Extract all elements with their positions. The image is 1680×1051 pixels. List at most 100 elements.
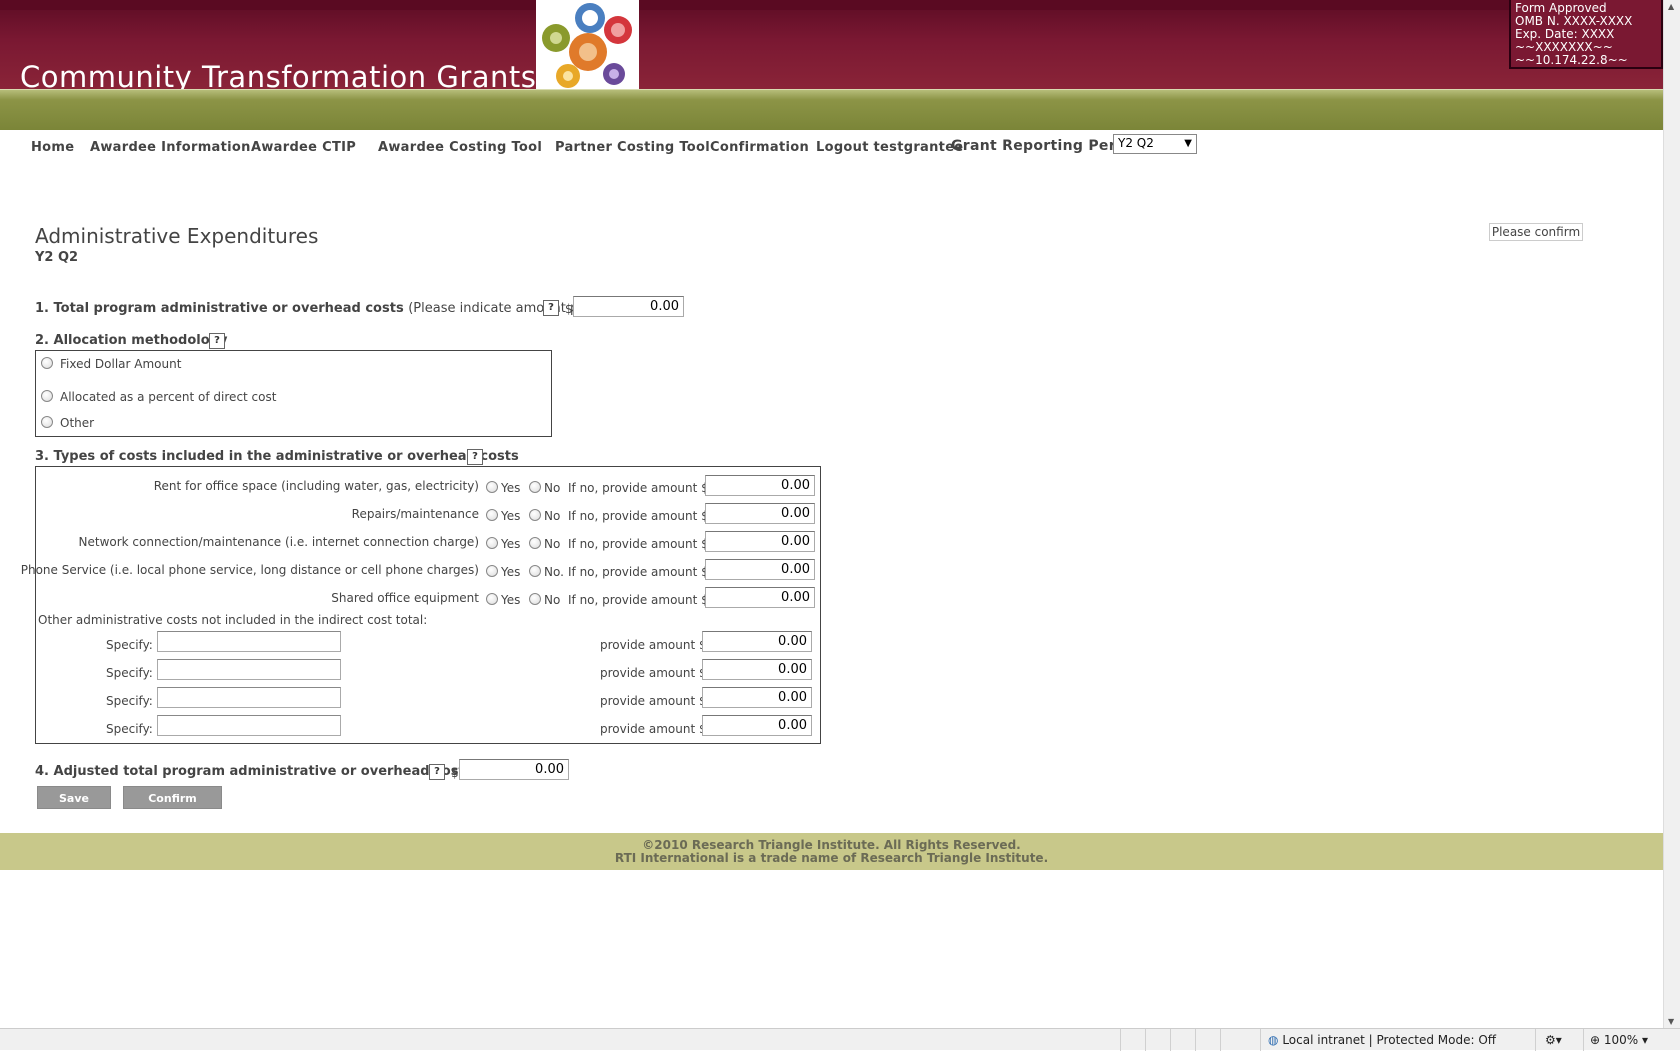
save-button[interactable]: Save: [37, 786, 111, 809]
q4-help-icon[interactable]: ?: [429, 764, 445, 780]
omb-line: ~~10.174.22.8~~: [1515, 53, 1628, 67]
cost-repairs-yes-radio[interactable]: [486, 509, 498, 521]
amount-prompt: provide amount $: [600, 638, 707, 652]
amount-prompt: If no, provide amount $: [568, 593, 709, 607]
no-label: No: [544, 481, 561, 495]
amount-prompt: provide amount $: [600, 722, 707, 736]
nav-home[interactable]: Home: [31, 140, 74, 155]
confirm-button[interactable]: Confirm: [123, 786, 222, 809]
nav-awardee-costing-tool[interactable]: Awardee Costing Tool: [378, 140, 542, 155]
amount-prompt: provide amount $: [600, 694, 707, 708]
q4-label: 4. Adjusted total program administrative…: [35, 764, 473, 779]
specify-input[interactable]: [157, 715, 341, 736]
specify-input[interactable]: [157, 687, 341, 708]
zoom-value: 100%: [1603, 1033, 1639, 1047]
header-stripe: [0, 89, 1663, 130]
no-label: No.: [544, 565, 564, 579]
cost-network-no-radio[interactable]: [529, 537, 541, 549]
q2-label: 2. Allocation methodology: [35, 333, 228, 348]
no-label: No: [544, 509, 561, 523]
yes-label: Yes: [501, 481, 521, 495]
nav-awardee-ctip[interactable]: Awardee CTIP: [251, 140, 356, 155]
grant-period-select[interactable]: Y2 Q2 ▼: [1113, 134, 1197, 154]
logo-gears-icon: [536, 0, 639, 90]
other-amount-input[interactable]: 0.00: [702, 715, 812, 736]
cost-types-box: Rent for office space (including water, …: [21, 466, 821, 744]
allocation-radio-percent[interactable]: [41, 390, 53, 402]
cost-row-label: Phone Service (i.e. local phone service,…: [20, 563, 479, 577]
cost-equipment-yes-radio[interactable]: [486, 593, 498, 605]
page: Community Transformation Grants Form App…: [0, 0, 1663, 1028]
cost-phone-yes-radio[interactable]: [486, 565, 498, 577]
specify-label: Specify:: [106, 694, 153, 708]
footer: ©2010 Research Triangle Institute. All R…: [0, 833, 1663, 870]
amount-prompt: If no, provide amount $: [568, 509, 709, 523]
no-label: No: [544, 537, 561, 551]
yes-label: Yes: [501, 565, 521, 579]
other-amount-input[interactable]: 0.00: [702, 687, 812, 708]
specify-input[interactable]: [157, 631, 341, 652]
zoom-icon: ⊕: [1590, 1033, 1601, 1047]
header-banner: Community Transformation Grants Form App…: [0, 0, 1663, 94]
q1-label: 1. Total program administrative or overh…: [35, 301, 603, 316]
amount-prompt: If no, provide amount $: [568, 537, 709, 551]
allocation-options: Fixed Dollar Amount Allocated as a perce…: [35, 350, 552, 437]
omb-notice: Form Approved OMB N. XXXX-XXXX Exp. Date…: [1509, 0, 1663, 69]
chevron-down-icon: ▼: [1184, 138, 1192, 149]
nav-awardee-information[interactable]: Awardee Information: [90, 140, 251, 155]
cost-network-amount-input[interactable]: 0.00: [705, 531, 815, 552]
nav-confirmation[interactable]: Confirmation: [710, 140, 809, 155]
cost-repairs-amount-input[interactable]: 0.00: [705, 503, 815, 524]
q4-amount-input[interactable]: 0.00: [459, 759, 569, 780]
please-confirm-badge: Please confirm: [1489, 223, 1583, 241]
cost-rent-amount-input[interactable]: 0.00: [705, 475, 815, 496]
page-subtitle: Y2 Q2: [35, 250, 79, 265]
specify-label: Specify:: [106, 722, 153, 736]
q1-help-icon[interactable]: ?: [543, 300, 559, 316]
cost-rent-no-radio[interactable]: [529, 481, 541, 493]
page-title: Administrative Expenditures: [35, 224, 319, 248]
security-zone[interactable]: ◍ Local intranet | Protected Mode: Off: [1268, 1033, 1496, 1047]
specify-input[interactable]: [157, 659, 341, 680]
allocation-option-label: Other: [60, 416, 95, 430]
q2-help-icon[interactable]: ?: [209, 333, 225, 349]
scroll-down-icon[interactable]: ▼: [1668, 1017, 1674, 1026]
cost-row-label: Repairs/maintenance: [351, 507, 479, 521]
q1-label-text: 1. Total program administrative or overh…: [35, 301, 404, 316]
cost-row-label: Shared office equipment: [331, 591, 479, 605]
vertical-scrollbar[interactable]: ▲ ▼: [1663, 0, 1680, 1028]
nav-logout[interactable]: Logout testgrantee: [816, 140, 963, 155]
nav-partner-costing-tool[interactable]: Partner Costing Tool: [555, 140, 710, 155]
q4-dollar: $: [451, 766, 459, 780]
grant-period-value: Y2 Q2: [1118, 136, 1154, 150]
yes-label: Yes: [501, 593, 521, 607]
allocation-option-label: Allocated as a percent of direct cost: [60, 390, 277, 404]
scroll-up-icon[interactable]: ▲: [1668, 2, 1674, 11]
cost-phone-amount-input[interactable]: 0.00: [705, 559, 815, 580]
cost-network-yes-radio[interactable]: [486, 537, 498, 549]
allocation-radio-fixed[interactable]: [41, 357, 53, 369]
other-amount-input[interactable]: 0.00: [702, 659, 812, 680]
q1-dollar: $: [565, 302, 573, 316]
cost-row-label: Rent for office space (including water, …: [153, 479, 479, 493]
cost-phone-no-radio[interactable]: [529, 565, 541, 577]
allocation-radio-other[interactable]: [41, 416, 53, 428]
yes-label: Yes: [501, 537, 521, 551]
cost-row-label: Network connection/maintenance (i.e. int…: [78, 535, 480, 549]
zoom-level[interactable]: ⊕ 100% ▾: [1590, 1033, 1648, 1047]
security-zone-label: Local intranet | Protected Mode: Off: [1282, 1033, 1497, 1047]
cost-rent-yes-radio[interactable]: [486, 481, 498, 493]
protected-mode-icon[interactable]: ⚙▾: [1545, 1033, 1562, 1047]
browser-status-bar: ◍ Local intranet | Protected Mode: Off ⚙…: [0, 1028, 1680, 1051]
cost-equipment-amount-input[interactable]: 0.00: [705, 587, 815, 608]
q1-amount-input[interactable]: 0.00: [573, 296, 684, 317]
cost-repairs-no-radio[interactable]: [529, 509, 541, 521]
chevron-down-icon: ▾: [1642, 1033, 1649, 1047]
amount-prompt: provide amount $: [600, 666, 707, 680]
other-amount-input[interactable]: 0.00: [702, 631, 812, 652]
cost-equipment-no-radio[interactable]: [529, 593, 541, 605]
specify-label: Specify:: [106, 638, 153, 652]
yes-label: Yes: [501, 509, 521, 523]
q3-help-icon[interactable]: ?: [467, 449, 483, 465]
q3-label: 3. Types of costs included in the admini…: [35, 449, 519, 464]
